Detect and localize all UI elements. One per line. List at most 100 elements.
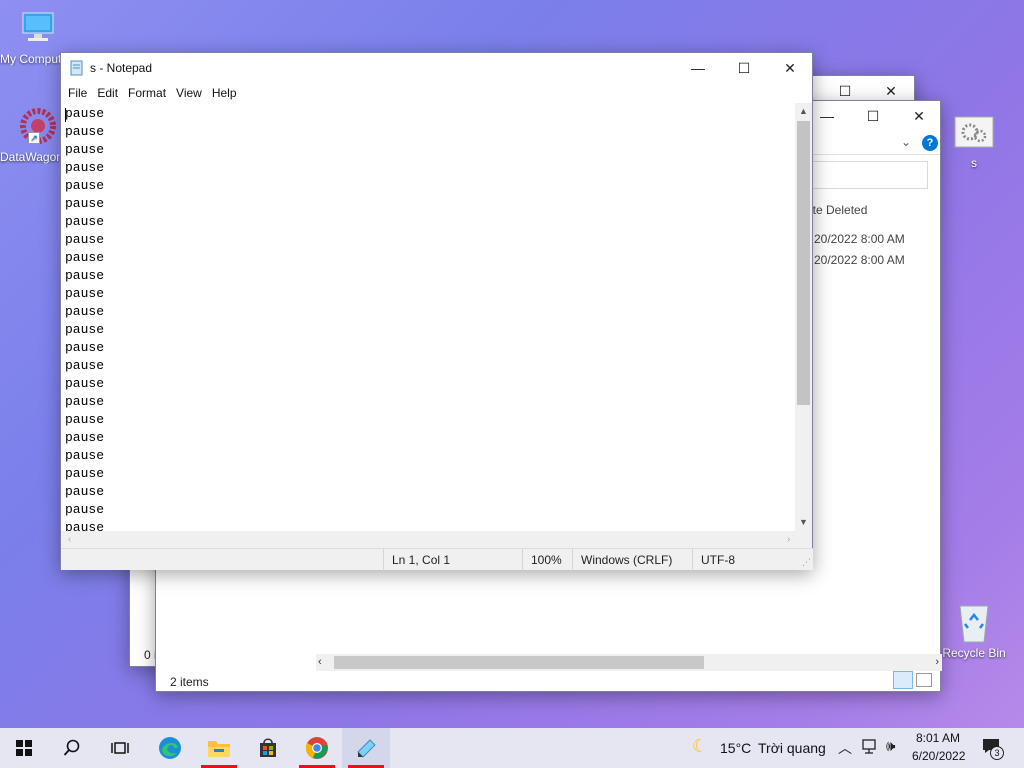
notification-count-badge: 3 [990, 746, 1004, 760]
editor-line: pause [65, 466, 105, 481]
editor-line: pause [65, 142, 105, 157]
status-bar: Ln 1, Col 1 100% Windows (CRLF) UTF-8 ⋰ [61, 548, 813, 571]
horizontal-scrollbar[interactable]: ‹ › [316, 654, 942, 671]
editor-line: pause [65, 178, 105, 193]
maximize-button[interactable]: ☐ [850, 101, 896, 131]
vertical-scrollbar[interactable]: ▲ ▼ [795, 103, 812, 531]
menu-edit[interactable]: Edit [92, 86, 123, 100]
editor-line: pause [65, 286, 105, 301]
editor-line: pause [65, 376, 105, 391]
item-count: 2 items [170, 675, 209, 689]
zoom-level: 100% [522, 549, 572, 571]
editor-line: pause [65, 448, 105, 463]
editor-line: pause [65, 484, 105, 499]
notepad-icon [357, 739, 376, 758]
desktop-icon-label: s [971, 156, 977, 170]
editor-line: pause [65, 250, 105, 265]
editor-line: pause [65, 160, 105, 175]
network-icon[interactable] [862, 739, 880, 758]
weather-widget[interactable]: ☾ 15°C Trời quang [690, 728, 830, 768]
horizontal-scrollbar[interactable]: ‹ › [61, 531, 797, 548]
editor-line: pause [65, 214, 105, 229]
menu-help[interactable]: Help [207, 86, 242, 100]
editor-line: pause [65, 322, 105, 337]
weather-description: Trời quang [758, 740, 826, 756]
taskbar-notepad[interactable] [342, 728, 390, 768]
chevron-down-icon[interactable]: ⌄ [901, 135, 911, 149]
scroll-right-arrow[interactable]: › [935, 654, 939, 671]
task-view-button[interactable] [96, 728, 144, 768]
desktop-icon-label: Recycle Bin [942, 646, 1006, 660]
editor-line: pause [65, 124, 105, 139]
minimize-button[interactable]: — [675, 53, 721, 83]
editor-content[interactable]: pause pause pause pause pause pause pause pause… [65, 105, 104, 531]
taskbar-store[interactable] [244, 728, 292, 768]
computer-icon [18, 8, 58, 48]
notepad-window[interactable]: s - Notepad — ☐ ✕ File Edit Format View … [60, 52, 813, 571]
taskbar-chrome[interactable] [293, 728, 341, 768]
editor-line: pause [65, 394, 105, 409]
row-date-deleted: 20/2022 8:00 AM [814, 232, 905, 246]
scrollbar-thumb[interactable] [334, 656, 704, 669]
encoding: UTF-8 [692, 549, 797, 571]
menu-view[interactable]: View [171, 86, 207, 100]
notepad-title-bar[interactable]: s - Notepad — ☐ ✕ [61, 53, 812, 83]
edge-icon [159, 737, 181, 759]
task-view-icon [111, 742, 129, 754]
chevron-up-icon[interactable]: ︿ [838, 738, 852, 758]
search-button[interactable] [48, 728, 96, 768]
desktop-icon-label: My Computer [0, 52, 60, 66]
close-button[interactable]: ✕ [767, 53, 813, 83]
clock-date[interactable]: 6/20/2022 [912, 749, 965, 763]
scrollbar-corner [795, 531, 812, 548]
editor-line: pause [65, 232, 105, 247]
notification-center-button[interactable]: 3 [982, 738, 1004, 760]
desktop-icon-recycle-bin[interactable]: Recycle Bin [936, 602, 1012, 660]
batch-file-icon [954, 112, 994, 152]
scroll-up-arrow[interactable]: ▲ [795, 103, 812, 120]
column-header-date-deleted[interactable]: ate Deleted [806, 203, 867, 217]
editor-line: pause [65, 340, 105, 355]
taskbar-edge[interactable] [146, 728, 194, 768]
text-caret [65, 108, 66, 122]
weather-temperature: 15°C [720, 740, 752, 756]
folder-icon [208, 741, 230, 757]
details-view-icon[interactable] [893, 671, 913, 689]
taskbar: ☾ 15°C Trời quang ︿ 🕪 8:01 AM 6/20/2022 … [0, 728, 1024, 768]
editor-line: pause [65, 520, 105, 531]
window-title: s - Notepad [90, 61, 153, 75]
editor-line: pause [65, 430, 105, 445]
editor-line: pause [65, 268, 105, 283]
taskbar-file-explorer[interactable] [195, 728, 243, 768]
cursor-position: Ln 1, Col 1 [383, 549, 523, 571]
line-ending: Windows (CRLF) [572, 549, 692, 571]
row-date-deleted: 20/2022 8:00 AM [814, 253, 905, 267]
maximize-button[interactable]: ☐ [721, 53, 767, 83]
volume-icon[interactable]: 🕪 [886, 738, 895, 755]
help-icon[interactable]: ? [922, 135, 938, 151]
scroll-left-arrow[interactable]: ‹ [61, 531, 78, 548]
desktop-icon-label: DataWagon [0, 150, 60, 164]
resize-grip-icon[interactable]: ⋰ [802, 557, 811, 568]
scroll-down-arrow[interactable]: ▼ [795, 514, 812, 531]
search-icon [63, 739, 80, 756]
clock-time[interactable]: 8:01 AM [916, 731, 960, 745]
editor-line: pause [65, 304, 105, 319]
close-button[interactable]: ✕ [896, 101, 942, 131]
editor-line: pause [65, 358, 105, 373]
scrollbar-thumb[interactable] [797, 121, 810, 405]
scroll-left-arrow[interactable]: ‹ [318, 654, 322, 671]
desktop-icon-s[interactable]: s [936, 112, 1012, 170]
menu-file[interactable]: File [63, 86, 92, 100]
text-editor[interactable]: pause pause pause pause pause pause pause pause… [61, 103, 813, 531]
start-button[interactable] [0, 728, 48, 768]
recycle-bin-icon [954, 602, 994, 643]
notepad-icon [69, 60, 85, 76]
menu-format[interactable]: Format [123, 86, 171, 100]
windows-icon [16, 740, 32, 756]
editor-line: pause [65, 106, 105, 121]
editor-line: pause [65, 196, 105, 211]
editor-line: pause [65, 502, 105, 517]
store-icon [260, 738, 276, 757]
large-icons-view-icon[interactable] [916, 673, 932, 687]
